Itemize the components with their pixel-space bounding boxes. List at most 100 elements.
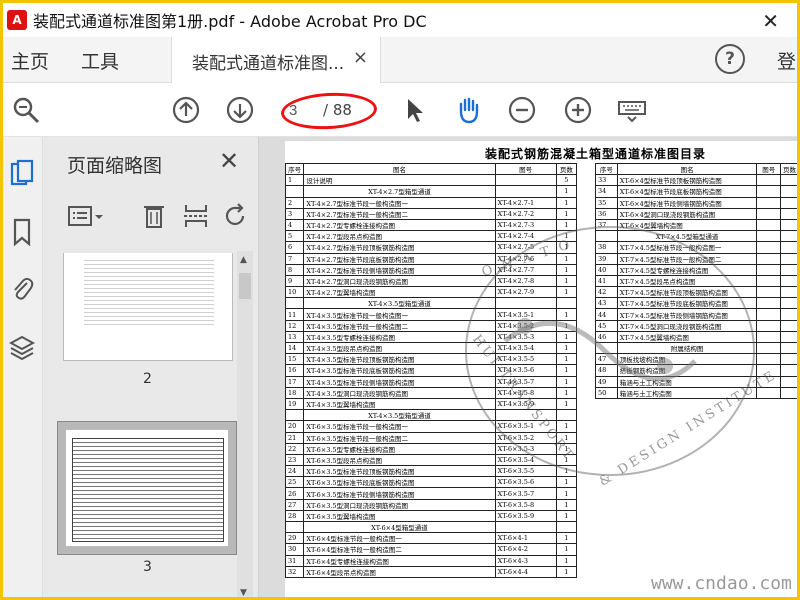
select-cursor-icon[interactable] (399, 95, 429, 125)
row-number: 18 (284, 386, 305, 399)
attachment-icon[interactable] (9, 273, 35, 303)
table-row: 2 XT-4×2.7型标准节段一般构造图一 XT-4×2.7-1 1 (284, 196, 578, 209)
section-heading: XT-4×3.5型箱型通道 (303, 409, 496, 422)
page-count: 5 (555, 174, 578, 187)
app-window: A 装配式通道标准图第1册.pdf - Adobe Acrobat Pro DC… (0, 0, 800, 600)
drawing-code: XT-6×4-1 (494, 532, 557, 545)
table-row: 33 XT-6×4型标准节段顶板钢筋构造图 (595, 174, 797, 187)
thumbnails-panel-title: 页面缩略图 (67, 155, 163, 177)
table-row: 35 XT-6×4型标准节段侧墙钢筋构造图 (595, 196, 797, 209)
site-watermark: www.cndao.com (651, 573, 792, 594)
drawing-name: XT-6×3.5型标准节段底板钢筋构造图 (303, 476, 496, 489)
drawing-name: XT-4×2.7型段吊点构造图 (303, 230, 496, 243)
drawing-name: XT-4×3.5型标准节段侧墙钢筋构造图 (303, 375, 496, 388)
tools-tab[interactable]: 工具 (81, 47, 119, 74)
row-number: 34 (595, 185, 618, 198)
drawing-code (756, 252, 781, 265)
row-number (284, 185, 305, 198)
page-count (779, 274, 797, 288)
table-row: 4 XT-4×2.7型专螺栓连接构造图 XT-4×2.7-3 1 (284, 218, 578, 232)
thumbnails-panel-close-button[interactable]: ✕ (219, 147, 239, 175)
page-count (779, 319, 797, 332)
drawing-name: XT-6×4型标准节段一般构造图一 (303, 532, 496, 545)
thumbnails-scrollbar[interactable]: ▲ ▼ (237, 251, 253, 597)
login-link[interactable]: 登 (777, 47, 796, 74)
page-thumbnail-3[interactable] (65, 429, 229, 547)
column-header: 图名 (303, 162, 496, 176)
next-page-icon[interactable] (225, 95, 255, 125)
row-number: 35 (595, 196, 618, 209)
home-tab[interactable]: 主页 (11, 47, 49, 74)
page-count (779, 330, 797, 344)
page-count (779, 286, 797, 299)
keyboard-icon[interactable] (617, 95, 647, 125)
section-heading: XT-4×3.5型箱型通道 (303, 297, 496, 310)
help-icon[interactable]: ? (715, 44, 745, 74)
layers-icon[interactable] (9, 333, 35, 363)
drawing-code: XT-4×2.7-3 (494, 218, 557, 232)
scroll-up-arrow-icon[interactable]: ▲ (240, 255, 247, 265)
scrollbar-thumb[interactable] (239, 273, 251, 299)
document-tab[interactable]: 装配式通道标准图... × (171, 37, 381, 83)
page-count: 1 (555, 487, 578, 500)
page-count (779, 207, 797, 220)
document-tab-close-button[interactable]: × (353, 47, 368, 68)
drawing-name: XT-4×2.7型标准节段一般构造图二 (303, 207, 496, 220)
navigation-rail (3, 137, 43, 597)
drawing-name: XT-6×4型标准节段顶板钢筋构造图 (616, 174, 758, 187)
extract-page-icon[interactable] (183, 201, 209, 231)
table-row: 32 XT-6×4型段吊点构造图 XT-6×4-4 1 (284, 565, 578, 578)
drawing-name: XT-4×2.7型专螺栓连接构造图 (303, 218, 496, 232)
drawing-code (756, 185, 781, 198)
thumbnail-text-lines (84, 257, 214, 327)
row-number: 19 (284, 397, 305, 411)
page-thumbnail-label: 2 (143, 371, 152, 387)
table-row: XT-4×2.7型箱型通道 1 (284, 185, 578, 198)
page-thumbnails-icon[interactable] (9, 159, 35, 189)
drawing-code (494, 520, 557, 534)
row-number (284, 520, 305, 534)
document-viewer[interactable]: 装配式钢筋混凝土箱型通道标准图目录 序号 图名 图号 页数 1 设计说明 5 XT-4… (259, 137, 797, 597)
row-number: 15 (284, 353, 305, 366)
scroll-down-arrow-icon[interactable]: ▼ (240, 588, 247, 597)
delete-page-icon[interactable] (141, 201, 167, 231)
drawing-code (756, 241, 781, 254)
drawing-code (756, 263, 781, 276)
page-count (779, 252, 797, 265)
zoom-in-icon[interactable] (563, 95, 593, 125)
column-header: 序号 (284, 162, 305, 176)
row-number: 26 (284, 487, 305, 500)
drawing-name: XT-6×3.5型标准节段顶板钢筋构造图 (303, 465, 496, 478)
row-number: 9 (284, 274, 305, 288)
zoom-out-icon[interactable] (507, 95, 537, 125)
tab-bar: 主页 工具 装配式通道标准图... × ? 登 (3, 37, 797, 83)
page-thumbnail-2[interactable] (63, 253, 233, 361)
column-header: 图号 (756, 162, 781, 176)
row-number: 33 (595, 174, 618, 187)
row-number: 2 (284, 196, 305, 209)
page-count (779, 308, 797, 321)
row-number: 16 (284, 364, 305, 377)
table-row: 25 XT-6×3.5型标准节段底板钢筋构造图 XT-6×3.5-6 1 (284, 476, 578, 489)
drawing-name: XT-6×3.5型标准节段一般构造图二 (303, 431, 496, 444)
drawing-name: XT-4×2.7型翼墙构造图 (303, 286, 496, 299)
table-row: 34 XT-6×4型标准节段底板钢筋构造图 (595, 185, 797, 198)
window-close-button[interactable]: ✕ (762, 9, 779, 33)
document-title: 装配式钢筋混凝土箱型通道标准图目录 (485, 147, 707, 161)
thumbnail-options-icon[interactable] (67, 203, 105, 231)
zoom-icon[interactable] (11, 95, 41, 125)
row-number: 30 (284, 543, 305, 556)
drawing-name: XT-6×3.5型翼墙构造图 (303, 509, 496, 523)
drawing-code (494, 174, 557, 187)
drawing-code (756, 341, 781, 355)
bookmark-icon[interactable] (9, 217, 35, 247)
hand-icon[interactable] (453, 95, 483, 125)
drawing-name: XT-4×3.5型标准节段一般构造图一 (303, 308, 496, 321)
rotate-page-icon[interactable] (223, 203, 249, 229)
page-count: 1 (555, 532, 578, 545)
drawing-code (756, 207, 781, 220)
table-row: 28 XT-6×3.5型翼墙构造图 XT-6×3.5-9 1 (284, 509, 578, 523)
table-row: 29 XT-6×4型标准节段一般构造图一 XT-6×4-1 1 (284, 532, 578, 545)
drawing-name: XT-6×4型专螺栓连接构造图 (303, 554, 496, 567)
prev-page-icon[interactable] (171, 95, 201, 125)
